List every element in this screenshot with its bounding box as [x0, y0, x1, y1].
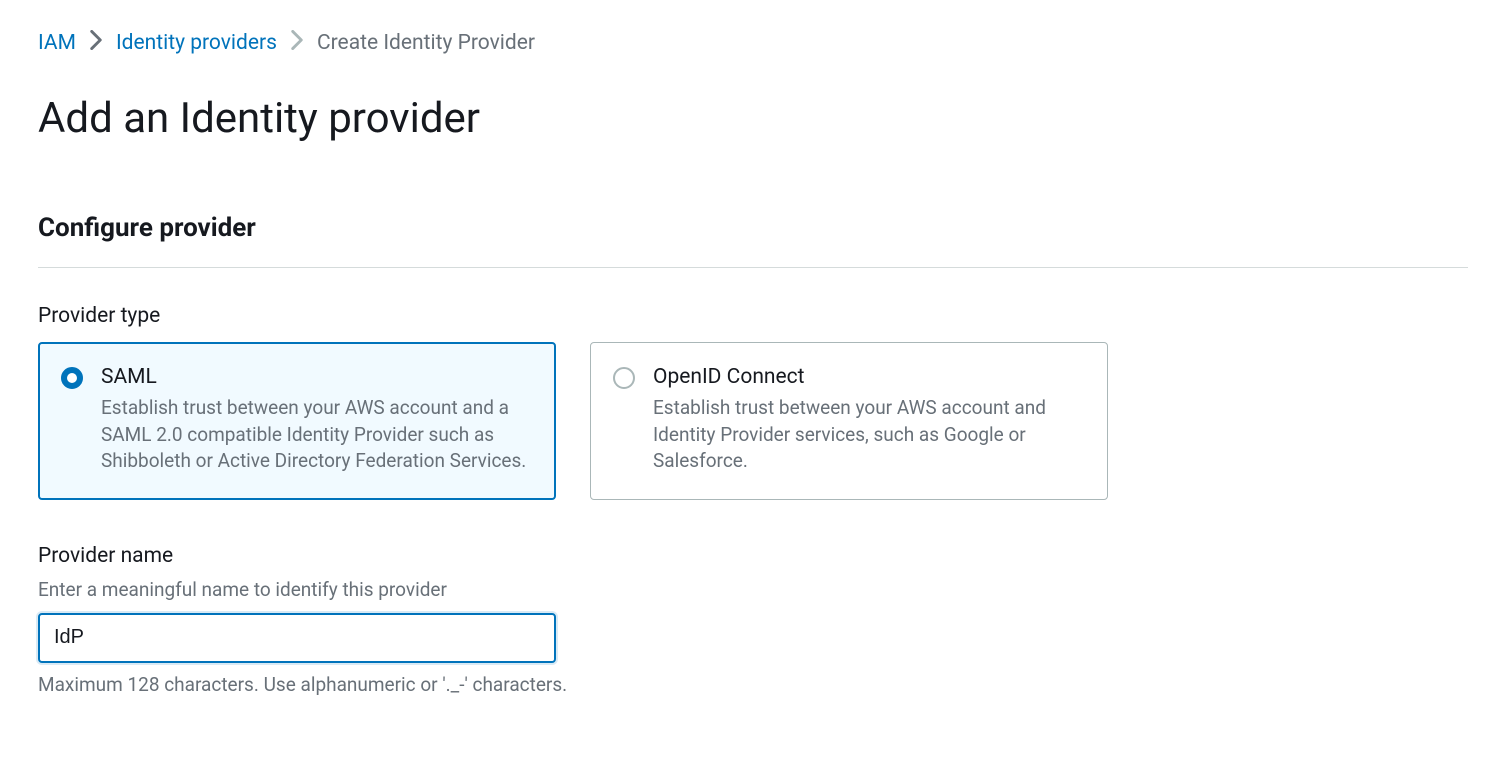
provider-type-options: SAML Establish trust between your AWS ac…	[38, 342, 1468, 500]
provider-name-field: Provider name Enter a meaningful name to…	[38, 544, 1468, 696]
radio-tile-saml[interactable]: SAML Establish trust between your AWS ac…	[38, 342, 556, 500]
tile-title: SAML	[101, 365, 529, 389]
provider-name-hint-bottom: Maximum 128 characters. Use alphanumeric…	[38, 673, 1468, 696]
divider	[38, 267, 1468, 268]
breadcrumb: IAM Identity providers Create Identity P…	[38, 30, 1468, 56]
radio-tile-openid-connect[interactable]: OpenID Connect Establish trust between y…	[590, 342, 1108, 500]
tile-body: SAML Establish trust between your AWS ac…	[101, 365, 529, 475]
breadcrumb-current: Create Identity Provider	[317, 31, 535, 55]
section-title: Configure provider	[38, 213, 1468, 243]
provider-name-label: Provider name	[38, 544, 1468, 568]
provider-name-hint-top: Enter a meaningful name to identify this…	[38, 578, 1468, 601]
radio-icon	[613, 367, 635, 389]
tile-desc: Establish trust between your AWS account…	[653, 395, 1081, 475]
page-title: Add an Identity provider	[38, 94, 1468, 143]
radio-icon	[61, 367, 83, 389]
breadcrumb-identity-providers[interactable]: Identity providers	[116, 31, 277, 55]
provider-type-field: Provider type SAML Establish trust betwe…	[38, 304, 1468, 500]
tile-title: OpenID Connect	[653, 365, 1081, 389]
tile-body: OpenID Connect Establish trust between y…	[653, 365, 1081, 475]
chevron-right-icon	[90, 30, 102, 56]
tile-desc: Establish trust between your AWS account…	[101, 395, 529, 475]
breadcrumb-iam[interactable]: IAM	[38, 31, 76, 55]
provider-type-label: Provider type	[38, 304, 1468, 328]
chevron-right-icon	[291, 30, 303, 56]
provider-name-input[interactable]	[38, 613, 556, 663]
